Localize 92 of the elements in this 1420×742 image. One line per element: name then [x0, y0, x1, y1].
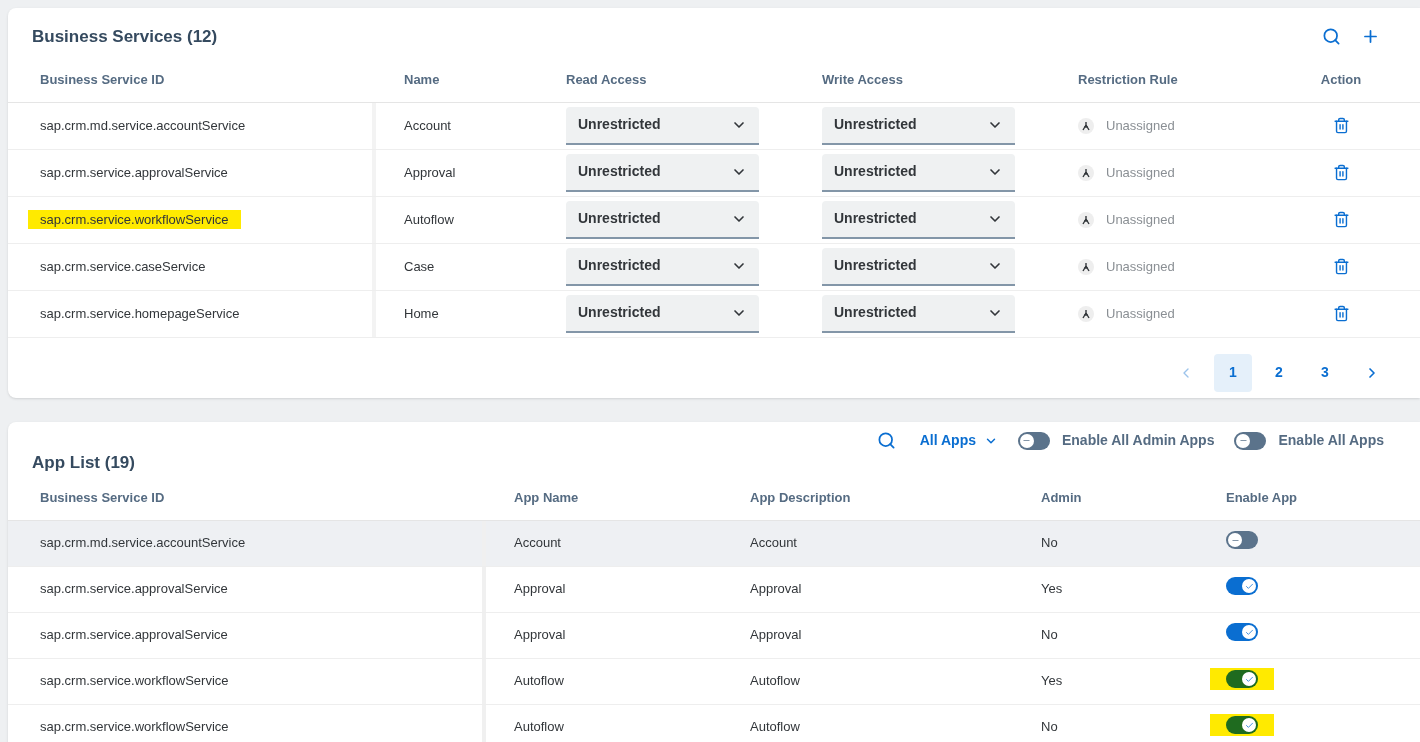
restriction-icon — [1078, 164, 1094, 181]
service-id-cell: sap.crm.service.workflowService — [40, 673, 229, 689]
toggle-switch[interactable] — [1226, 623, 1258, 642]
section-title: Business Services (12) — [32, 26, 218, 48]
table-row[interactable]: sap.crm.service.approvalService Approval Approval No — [8, 612, 1420, 659]
toggle-switch[interactable] — [1234, 431, 1267, 450]
toggle-label: Enable All Admin Apps — [1062, 431, 1215, 450]
trash-icon[interactable] — [1332, 211, 1350, 228]
column-header: App Name — [514, 489, 579, 505]
trash-icon[interactable] — [1332, 305, 1350, 322]
table-row[interactable]: sap.crm.md.service.accountService Account Account No — [8, 520, 1420, 567]
search-icon[interactable] — [876, 431, 896, 450]
access-dropdown[interactable]: Unrestricted — [566, 153, 759, 192]
trash-icon[interactable] — [1332, 117, 1350, 134]
restriction-value: Unassigned — [1106, 304, 1175, 323]
page-button[interactable]: 1 — [1214, 353, 1252, 392]
restriction-value: Unassigned — [1106, 210, 1175, 229]
toggle-switch[interactable] — [1018, 431, 1050, 450]
access-dropdown[interactable]: Unrestricted — [566, 106, 759, 145]
admin-cell: No — [1041, 719, 1058, 735]
search-icon[interactable] — [1322, 27, 1341, 47]
column-header: Read Access — [566, 71, 647, 87]
app-name-cell-text: Approval — [514, 626, 566, 645]
access-dropdown[interactable]: Unrestricted — [566, 200, 759, 239]
app-name-cell-text: Autoflow — [514, 718, 564, 737]
column-header: Action — [1320, 71, 1362, 87]
access-dropdown[interactable]: Unrestricted — [566, 294, 759, 333]
restriction-icon — [1078, 258, 1094, 275]
column-header: App Description — [750, 489, 851, 505]
restriction-icon — [1078, 305, 1094, 322]
name-cell-text: Autoflow — [404, 210, 454, 229]
access-dropdown[interactable]: Unrestricted — [822, 106, 1015, 145]
admin-cell: No — [1041, 627, 1058, 643]
service-id-cell: sap.crm.service.approvalService — [40, 581, 228, 597]
name-cell-text: Case — [404, 257, 435, 276]
trash-icon[interactable] — [1332, 164, 1350, 181]
restriction-value: Unassigned — [1106, 163, 1175, 182]
column-header: Write Access — [822, 71, 903, 87]
description-cell: Autoflow — [750, 719, 800, 735]
name-cell-text: Approval — [404, 163, 456, 182]
service-id-cell-text: sap.crm.service.homepageService — [39, 304, 241, 323]
service-id-cell: sap.crm.service.workflowService — [28, 209, 241, 229]
column-header: Business Service ID — [40, 489, 165, 505]
name-cell-text: Home — [404, 304, 439, 323]
toggle-switch[interactable] — [1226, 531, 1258, 550]
toggle-switch[interactable] — [1226, 577, 1258, 596]
access-dropdown[interactable]: Unrestricted — [822, 247, 1015, 286]
access-dropdown[interactable]: Unrestricted — [566, 247, 759, 286]
restriction-icon — [1078, 117, 1094, 134]
toggle-switch[interactable] — [1226, 670, 1258, 689]
column-header: Business Service ID — [40, 71, 165, 87]
trash-icon[interactable] — [1332, 258, 1350, 275]
admin-cell: Yes — [1041, 581, 1063, 597]
access-dropdown[interactable]: Unrestricted — [822, 294, 1015, 333]
restriction-icon — [1078, 211, 1094, 228]
description-cell: Approval — [750, 627, 802, 643]
toggle-switch[interactable] — [1226, 716, 1258, 735]
check-icon — [1244, 674, 1254, 684]
service-id-cell: sap.crm.service.approvalService — [40, 627, 228, 643]
check-icon — [1244, 581, 1254, 591]
toggle-label: Enable All Apps — [1278, 431, 1384, 450]
column-header: Name — [404, 71, 440, 87]
access-dropdown[interactable]: Unrestricted — [822, 200, 1015, 239]
column-header: Restriction Rule — [1078, 71, 1178, 87]
description-cell: Autoflow — [750, 673, 800, 689]
column-header: Admin — [1041, 489, 1082, 505]
description-cell: Account — [750, 535, 797, 551]
app-name-cell-text: Autoflow — [514, 672, 564, 691]
admin-cell: Yes — [1041, 673, 1063, 689]
check-icon — [1244, 720, 1254, 730]
service-id-cell-text: sap.crm.md.service.accountService — [39, 116, 247, 135]
name-cell-text: Account — [404, 116, 451, 135]
table-row[interactable]: sap.crm.service.workflowService Autoflow Autoflow No — [8, 704, 1420, 742]
service-id-cell: sap.crm.md.service.accountService — [40, 535, 246, 551]
table-row[interactable]: sap.crm.service.approvalService Approval Approval Yes — [8, 566, 1420, 613]
admin-cell: No — [1041, 535, 1058, 551]
column-header: Enable App — [1226, 489, 1298, 505]
filter-dropdown[interactable]: All Apps — [919, 430, 998, 451]
service-id-cell: sap.crm.service.workflowService — [40, 719, 229, 735]
access-dropdown[interactable]: Unrestricted — [822, 153, 1015, 192]
service-id-cell-text: sap.crm.service.caseService — [39, 257, 207, 276]
description-cell: Approval — [750, 581, 802, 597]
app-name-cell-text: Account — [514, 534, 561, 553]
page-button[interactable]: 2 — [1260, 353, 1298, 392]
page-button[interactable]: 3 — [1306, 353, 1344, 392]
restriction-value: Unassigned — [1106, 257, 1175, 276]
service-id-cell-text: sap.crm.service.approvalService — [39, 163, 229, 182]
check-icon — [1244, 627, 1254, 637]
restriction-value: Unassigned — [1106, 116, 1175, 135]
app-name-cell-text: Approval — [514, 580, 566, 599]
table-row[interactable]: sap.crm.service.workflowService Autoflow Autoflow Yes — [8, 658, 1420, 705]
section-title: App List (19) — [32, 452, 135, 474]
